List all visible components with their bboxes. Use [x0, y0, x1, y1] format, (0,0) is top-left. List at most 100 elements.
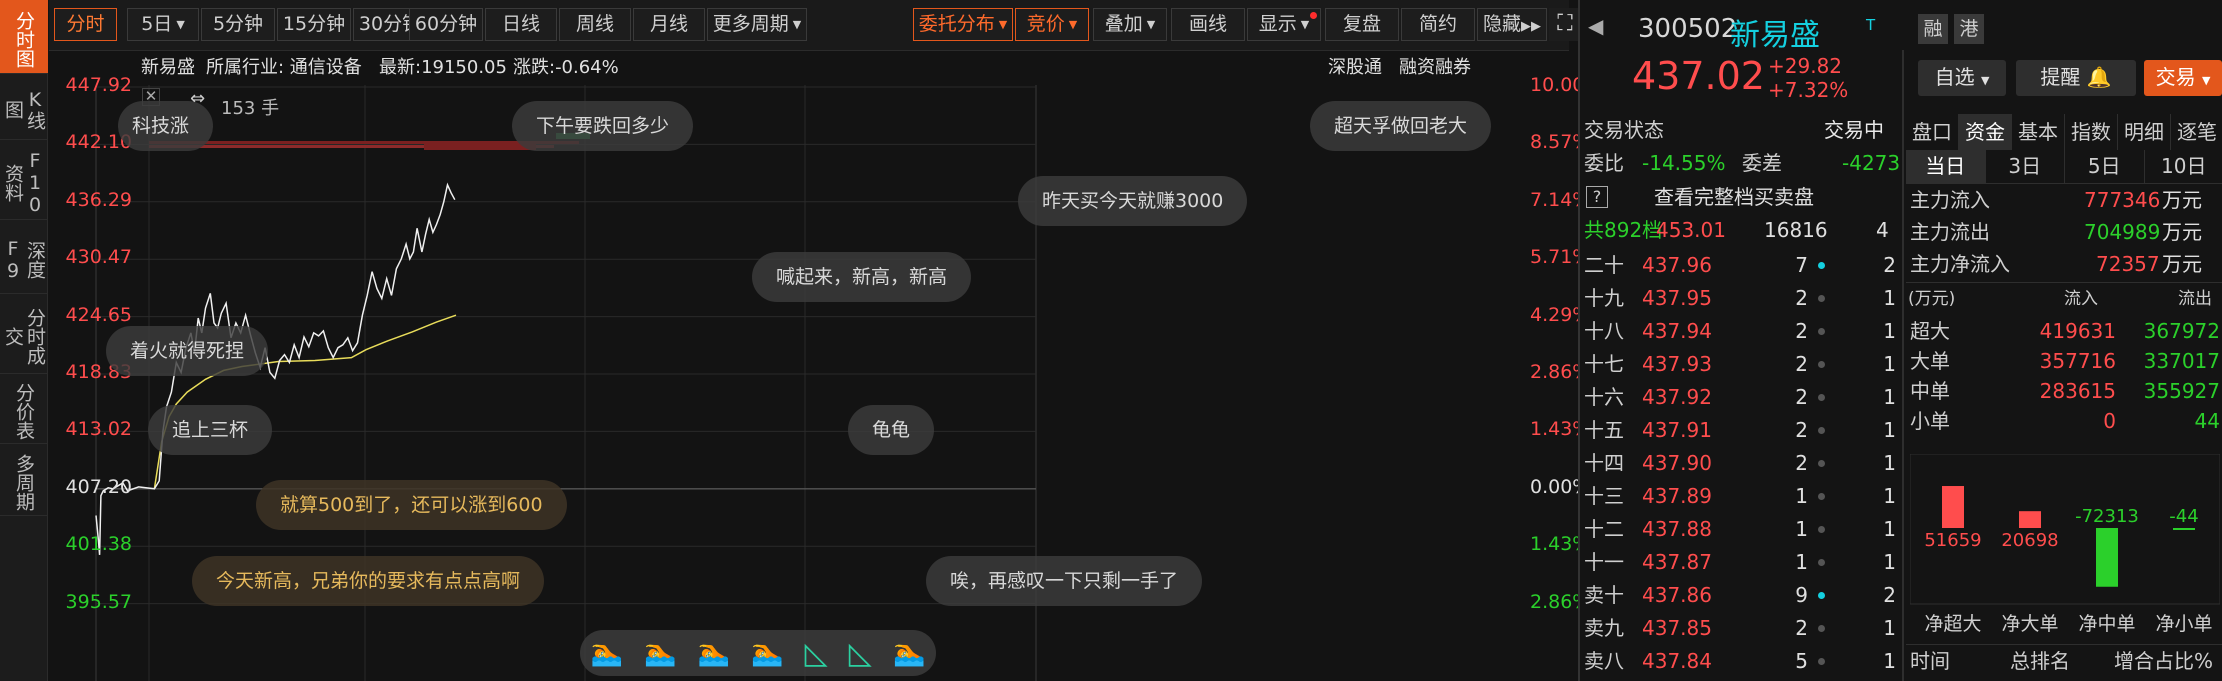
reaction-bar[interactable]: 🏊 🏊 🏊 🏊 ◺ ◺ 🏊	[580, 630, 936, 676]
danmaku-bubble[interactable]: 超天孚做回老大	[1310, 101, 1492, 151]
queue-dot-icon	[1818, 625, 1825, 632]
stock-name: 新易盛	[1730, 18, 1820, 53]
net-flow-value: 20698	[2001, 530, 2058, 551]
main-net-label: 主力净流入	[1910, 252, 2010, 276]
queue-dot-icon	[1818, 394, 1825, 401]
fund-bottom-header: 时间 总排名 增合占比%	[1906, 644, 2222, 676]
order-book-row[interactable]: 十一 437.87 1 1	[1580, 546, 1910, 579]
period-tab[interactable]: 5日	[2065, 150, 2145, 183]
level-price: 437.90	[1642, 451, 1712, 475]
fund-row-out: 355927	[2143, 379, 2220, 403]
price-change: +29.82	[1768, 54, 1843, 78]
fund-tab[interactable]: 指数	[2065, 114, 2118, 150]
wb-value: -14.55%	[1642, 151, 1726, 175]
order-book-row[interactable]: 二十 437.96 7 2	[1580, 249, 1910, 282]
level-volume: 2	[1795, 385, 1808, 409]
queue-dot-icon	[1818, 526, 1825, 533]
swimmer-icon[interactable]: 🏊	[644, 638, 676, 668]
fund-row-in: 357716	[2039, 349, 2116, 373]
order-book-row[interactable]: 十八 437.94 2 1	[1580, 315, 1910, 348]
swimmer-icon[interactable]: 🏊	[893, 638, 925, 668]
level-price: 437.87	[1642, 550, 1712, 574]
period-tab[interactable]: 3日	[1986, 150, 2065, 183]
queue-dot-icon	[1818, 460, 1825, 467]
fund-tab[interactable]: 基本	[2012, 114, 2065, 150]
unit-label: 万元	[2162, 252, 2202, 276]
order-book-row[interactable]: 十五 437.91 2 1	[1580, 414, 1910, 447]
queue-dot-icon	[1818, 295, 1825, 302]
net-flow-value: -72313	[2075, 506, 2139, 527]
fund-tab[interactable]: 资金	[1959, 114, 2012, 150]
full-book-link[interactable]: 查看完整档买卖盘	[1654, 181, 1814, 213]
level-price: 437.95	[1642, 286, 1712, 310]
order-book-row[interactable]: 十六 437.92 2 1	[1580, 381, 1910, 414]
danmaku-bubble[interactable]: 今天新高，兄弟你的要求有点点高啊	[192, 556, 545, 606]
help-icon[interactable]: ?	[1586, 186, 1608, 208]
net-flow-bar	[1942, 486, 1964, 528]
fund-row-in: 419631	[2039, 319, 2116, 343]
wc-value: -4273	[1842, 151, 1901, 175]
total-row: 共892档 453.01 16816 4	[1580, 214, 1900, 246]
level-price: 437.96	[1642, 253, 1712, 277]
net-flow-bar	[2019, 511, 2041, 528]
main-outflow-value: 704989	[2084, 220, 2161, 244]
fund-tab[interactable]: 逐笔	[2171, 114, 2222, 150]
queue-dot-icon	[1818, 559, 1825, 566]
level-volume: 2	[1795, 616, 1808, 640]
prev-stock-icon[interactable]: ◀	[1588, 14, 1603, 38]
fund-row-name: 超大	[1910, 319, 1950, 343]
danmaku-bubble[interactable]: 昨天买今天就赚3000	[1018, 176, 1248, 226]
level-count: 1	[1883, 484, 1896, 508]
fund-tab[interactable]: 明细	[2118, 114, 2171, 150]
level-label: 二十	[1584, 253, 1624, 277]
order-book-row[interactable]: 卖九 437.85 2 1	[1580, 612, 1910, 645]
level-count: 1	[1883, 517, 1896, 541]
slide-icon[interactable]: ◺	[805, 636, 828, 671]
quote-panel: ◀ 300502 新易盛 T 融 港 437.02 +29.82 +7.32% …	[1578, 0, 2222, 681]
order-book-row[interactable]: 十二 437.88 1 1	[1580, 513, 1910, 546]
danmaku-bubble[interactable]: 科技涨	[118, 101, 214, 151]
net-flow-label: 净大单	[2001, 613, 2058, 635]
unit-label: 万元	[2162, 220, 2202, 244]
level-volume: 5	[1795, 649, 1808, 673]
unit-label: 万元	[2162, 188, 2202, 212]
main-outflow-label: 主力流出	[1910, 220, 1990, 244]
net-flow-label: 净超大	[1924, 613, 1981, 635]
net-flow-value: -44	[2169, 506, 2198, 527]
danmaku-bubble[interactable]: 追上三杯	[148, 405, 273, 455]
main-inflow-row: 主力流入 777346 万元	[1906, 184, 2222, 216]
net-flow-bar-chart: 51659 净超大 20698 净大单 -72313 净中单 -44 净小单	[1910, 454, 2220, 635]
order-book-row[interactable]: 十七 437.93 2 1	[1580, 348, 1910, 381]
danmaku-bubble[interactable]: 下午要跌回多少	[512, 101, 694, 151]
danmaku-bubble[interactable]: 着火就得死捏	[106, 326, 269, 376]
order-book-row[interactable]: 十四 437.90 2 1	[1580, 447, 1910, 480]
status-value: 交易中	[1824, 118, 1884, 142]
danmaku-bubble[interactable]: 就算500到了，还可以涨到600	[256, 480, 567, 530]
fund-row-out: 337017	[2143, 349, 2220, 373]
full-book-row[interactable]: ? 查看完整档买卖盘	[1580, 181, 1900, 213]
level-count: 1	[1883, 319, 1896, 343]
level-volume: 2	[1795, 418, 1808, 442]
swimmer-icon[interactable]: 🏊	[751, 638, 783, 668]
wc-label: 委差	[1742, 151, 1782, 175]
level-label: 十二	[1584, 517, 1624, 541]
ratio-col: 增合占比%	[2114, 649, 2214, 673]
order-book-row[interactable]: 卖十 437.86 9 2	[1580, 579, 1910, 612]
danmaku-bubble[interactable]: 龟龟	[848, 405, 935, 455]
swimmer-icon[interactable]: 🏊	[591, 638, 623, 668]
danmaku-bubble[interactable]: 喊起来，新高，新高	[752, 252, 972, 302]
level-label: 卖十	[1584, 583, 1624, 607]
order-book-row[interactable]: 十九 437.95 2 1	[1580, 282, 1910, 315]
period-tab[interactable]: 10日	[2145, 150, 2222, 183]
fund-row-out: 367972	[2143, 319, 2220, 343]
danmaku-bubble[interactable]: 唉，再感叹一下只剩一手了	[926, 556, 1203, 606]
slide-icon[interactable]: ◺	[849, 636, 872, 671]
total-volume: 16816	[1764, 218, 1828, 242]
order-book-row[interactable]: 十三 437.89 1 1	[1580, 480, 1910, 513]
fund-tab[interactable]: 盘口	[1906, 114, 1959, 150]
level-label: 十六	[1584, 385, 1624, 409]
swimmer-icon[interactable]: 🏊	[698, 638, 730, 668]
level-volume: 2	[1795, 319, 1808, 343]
period-tab[interactable]: 当日	[1906, 150, 1986, 183]
order-book-row[interactable]: 卖八 437.84 5 1	[1580, 645, 1910, 678]
